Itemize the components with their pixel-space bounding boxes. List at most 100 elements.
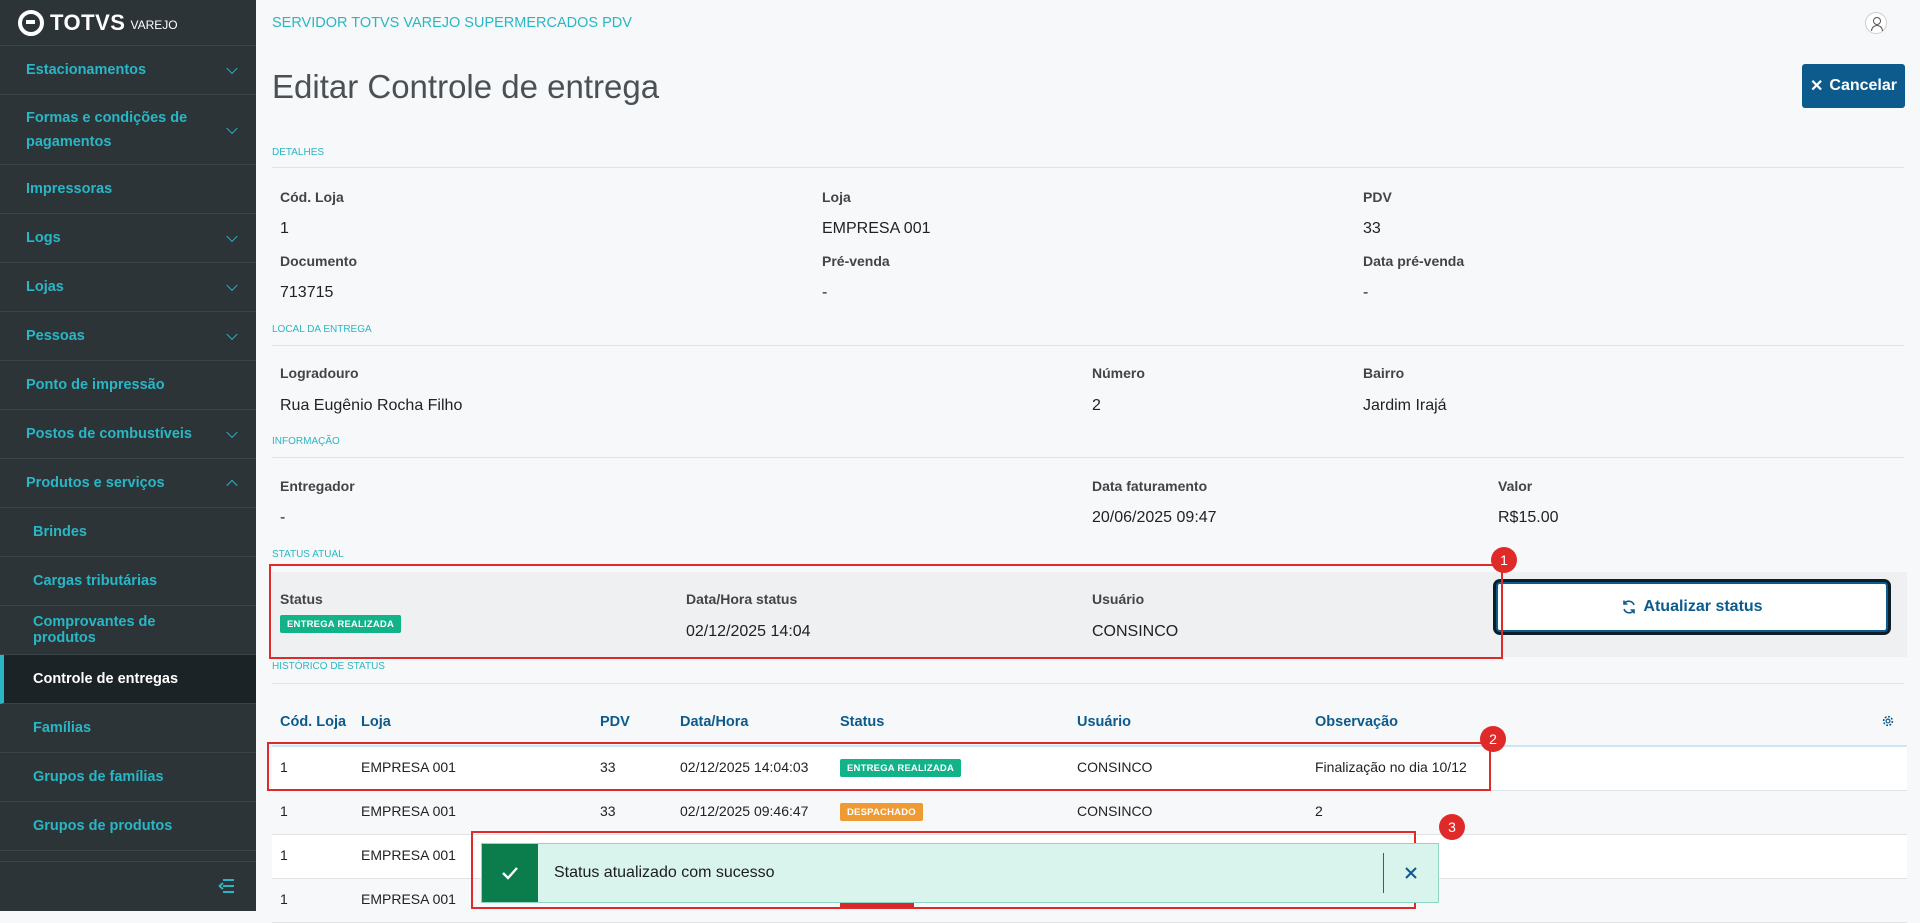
section-local-entrega: LOCAL DA ENTREGA bbox=[272, 324, 372, 335]
atualizar-status-label: Atualizar status bbox=[1643, 598, 1763, 615]
sidebar-item[interactable]: Impressoras bbox=[0, 165, 256, 214]
annotation-box-1 bbox=[269, 564, 1503, 659]
sidebar-item-label: Comprovantes de produtos bbox=[33, 614, 156, 646]
section-historico: HISTÓRICO DE STATUS bbox=[272, 661, 385, 672]
entregador-value: - bbox=[280, 509, 286, 526]
sidebar-item-label: Cargas tributárias bbox=[33, 573, 158, 589]
annotation-marker-3: 3 bbox=[1439, 814, 1465, 840]
data-faturamento-label: Data faturamento bbox=[1092, 478, 1208, 494]
collapse-sidebar-button[interactable] bbox=[0, 861, 256, 911]
toast-close-button[interactable] bbox=[1384, 844, 1438, 902]
sidebar-item[interactable]: Famílias bbox=[0, 704, 256, 753]
app-title: SERVIDOR TOTVS VAREJO SUPERMERCADOS PDV bbox=[272, 15, 632, 31]
gear-icon[interactable] bbox=[1881, 714, 1895, 728]
atualizar-status-button[interactable]: Atualizar status bbox=[1496, 582, 1888, 632]
sidebar-item-label: Logs bbox=[26, 230, 61, 246]
sidebar-nav: Estacionamentos Formas e condições de pag… bbox=[0, 46, 256, 851]
numero-value: 2 bbox=[1092, 397, 1101, 414]
sidebar-item-label: Famílias bbox=[33, 720, 92, 736]
brand-name: TOTVS bbox=[50, 9, 126, 35]
totvs-logo-icon bbox=[18, 9, 44, 36]
totvs-logo[interactable]: TOTVS VAREJO bbox=[0, 0, 256, 46]
toast-status bbox=[482, 844, 538, 902]
col-pdv[interactable]: PDV bbox=[600, 714, 630, 730]
col-loja[interactable]: Loja bbox=[361, 714, 391, 730]
cell-pdv: 33 bbox=[600, 803, 616, 819]
documento-value: 713715 bbox=[280, 284, 334, 301]
prevenda-label: Pré-venda bbox=[822, 253, 890, 269]
pdv-value: 33 bbox=[1363, 220, 1381, 237]
col-usuario[interactable]: Usuário bbox=[1077, 714, 1131, 730]
chevron-down-icon bbox=[226, 328, 238, 341]
table-row[interactable]: 1 EMPRESA 001 33 02/12/2025 09:46:47 DESPACH… bbox=[272, 791, 1907, 835]
bairro-label: Bairro bbox=[1363, 365, 1405, 381]
col-cod-loja[interactable]: Cód. Loja bbox=[280, 714, 346, 730]
close-icon bbox=[1405, 867, 1417, 879]
cell-cod: 1 bbox=[280, 847, 288, 863]
data-prevenda-value: - bbox=[1363, 284, 1369, 301]
cell-cod: 1 bbox=[280, 803, 288, 819]
page-title: Editar Controle de entrega bbox=[272, 68, 660, 105]
annotation-marker-1: 1 bbox=[1491, 547, 1517, 573]
sidebar-item-label: Pessoas bbox=[26, 328, 85, 344]
col-observacao[interactable]: Observação bbox=[1315, 714, 1398, 730]
chevron-down-icon bbox=[226, 230, 238, 243]
cod-loja-label: Cód. Loja bbox=[280, 189, 344, 205]
numero-label: Número bbox=[1092, 365, 1145, 381]
cell-usuario: CONSINCO bbox=[1077, 803, 1153, 819]
cell-loja: EMPRESA 001 bbox=[361, 891, 456, 907]
section-detalhes: DETALHES bbox=[272, 147, 325, 158]
sidebar-item[interactable]: Ponto de impressão bbox=[0, 361, 256, 410]
bairro-value: Jardim Irajá bbox=[1363, 397, 1447, 414]
sidebar-item-label: Grupos de produtos bbox=[33, 818, 173, 834]
annotation-box-2 bbox=[267, 742, 1491, 791]
divider bbox=[272, 167, 1904, 168]
check-icon bbox=[502, 867, 518, 880]
sidebar-item[interactable]: Formas e condições de pagamentos bbox=[0, 95, 256, 165]
entregador-label: Entregador bbox=[280, 478, 355, 494]
section-informacao: INFORMAÇÃO bbox=[272, 436, 340, 447]
brand-sub: VAREJO bbox=[130, 17, 178, 32]
cod-loja-value: 1 bbox=[280, 220, 289, 237]
status-badge: DESPACHADO bbox=[840, 803, 923, 821]
sidebar-item[interactable]: Cargas tributárias bbox=[0, 557, 256, 606]
sidebar-item-label: Formas e condições de pagamentos bbox=[26, 109, 188, 150]
main-content: SERVIDOR TOTVS VAREJO SUPERMERCADOS PDV … bbox=[256, 0, 1920, 923]
divider bbox=[272, 345, 1904, 346]
sidebar-item[interactable]: Logs bbox=[0, 214, 256, 263]
sidebar-item[interactable]: Comprovantes de produtos bbox=[0, 606, 256, 655]
sidebar-item[interactable]: Produtos e serviços bbox=[0, 459, 256, 508]
sidebar-item[interactable]: Grupos de famílias bbox=[0, 753, 256, 802]
prevenda-value: - bbox=[822, 284, 828, 301]
documento-label: Documento bbox=[280, 253, 357, 269]
sidebar-item-label: Postos de combustíveis bbox=[26, 426, 192, 442]
col-status[interactable]: Status bbox=[840, 714, 884, 730]
data-prevenda-label: Data pré-venda bbox=[1363, 253, 1465, 269]
logradouro-label: Logradouro bbox=[280, 365, 359, 381]
divider bbox=[272, 457, 1904, 458]
sidebar-item[interactable]: Pessoas bbox=[0, 312, 256, 361]
sidebar-item[interactable]: Grupos de produtos bbox=[0, 802, 256, 851]
logradouro-value: Rua Eugênio Rocha Filho bbox=[280, 397, 463, 414]
sidebar-item[interactable]: Estacionamentos bbox=[0, 46, 256, 95]
chevron-down-icon bbox=[226, 62, 238, 75]
sidebar-item-label: Lojas bbox=[26, 279, 64, 295]
sidebar-item[interactable]: Brindes bbox=[0, 508, 256, 557]
cancel-button[interactable]: ✕ Cancelar bbox=[1802, 64, 1905, 108]
sidebar-item-label: Controle de entregas bbox=[33, 671, 179, 687]
sidebar-item[interactable]: Lojas bbox=[0, 263, 256, 312]
collapse-menu-icon bbox=[218, 879, 234, 893]
chevron-down-icon bbox=[226, 279, 238, 292]
close-icon: ✕ bbox=[1810, 78, 1824, 95]
table-header: Cód. Loja Loja PDV Data/Hora Status Usuá… bbox=[272, 700, 1907, 747]
col-datahora[interactable]: Data/Hora bbox=[680, 714, 749, 730]
user-avatar-icon[interactable] bbox=[1865, 12, 1887, 34]
cell-datahora: 02/12/2025 09:46:47 bbox=[680, 803, 809, 819]
loja-value: EMPRESA 001 bbox=[822, 220, 931, 237]
refresh-icon bbox=[1623, 600, 1636, 614]
data-faturamento-value: 20/06/2025 09:47 bbox=[1092, 509, 1217, 526]
valor-label: Valor bbox=[1498, 478, 1533, 494]
chevron-up-icon bbox=[226, 479, 238, 492]
sidebar-item[interactable]: Controle de entregas bbox=[0, 655, 256, 704]
sidebar-item[interactable]: Postos de combustíveis bbox=[0, 410, 256, 459]
